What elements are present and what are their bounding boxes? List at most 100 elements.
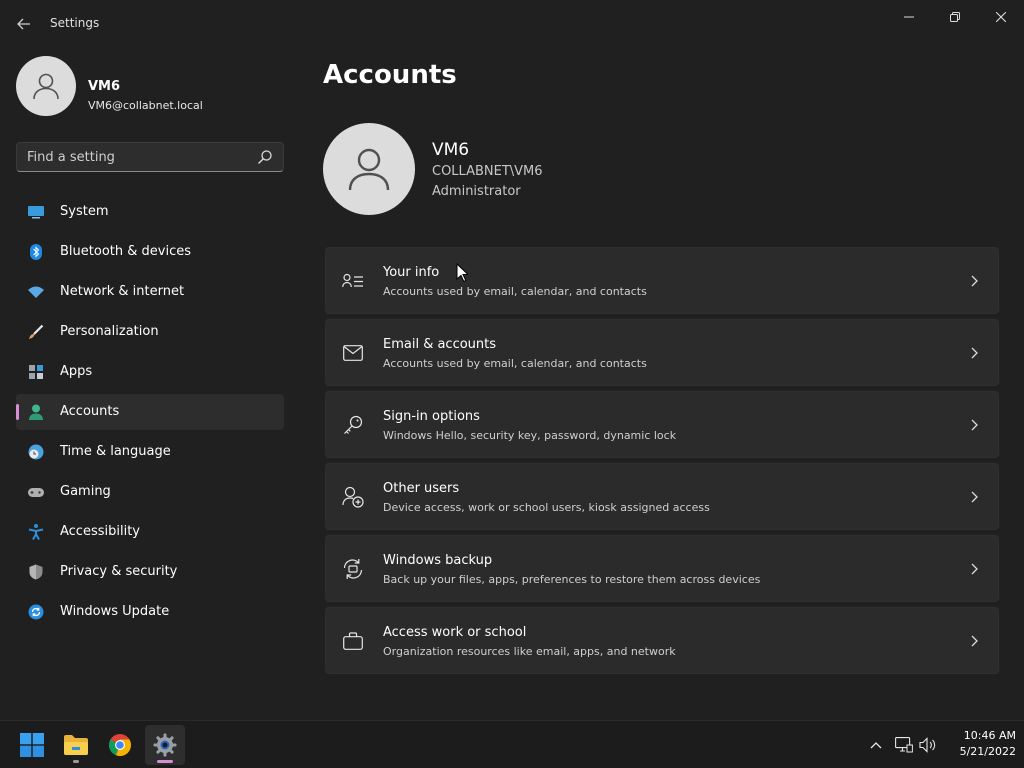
taskbar: 10:46 AM 5/21/2022 <box>0 720 1024 768</box>
sidebar-item-label: Network & internet <box>60 284 185 299</box>
windows-logo-icon <box>20 733 44 757</box>
card-subtitle: Back up your files, apps, preferences to… <box>383 573 761 586</box>
clock-date: 5/21/2022 <box>959 745 1016 758</box>
card-title: Windows backup <box>383 553 493 568</box>
settings-taskbar-button[interactable] <box>145 725 185 765</box>
taskbar-clock[interactable]: 10:46 AM 5/21/2022 <box>940 729 1016 758</box>
sidebar-item-system[interactable]: System <box>16 194 284 230</box>
chevron-right-icon <box>971 275 978 287</box>
update-icon <box>28 604 44 620</box>
search-box <box>16 142 284 172</box>
sign-in-options-card[interactable]: Sign-in options Windows Hello, security … <box>325 391 999 458</box>
briefcase-icon <box>342 630 364 652</box>
shield-icon <box>28 564 44 580</box>
profile-role: Administrator <box>432 184 521 199</box>
profile-domain: COLLABNET\VM6 <box>432 164 543 179</box>
search-icon[interactable] <box>257 149 273 165</box>
network-tray-button[interactable] <box>894 735 914 755</box>
ethernet-icon <box>895 737 913 753</box>
back-button[interactable] <box>12 12 36 36</box>
sidebar-item-label: Gaming <box>60 484 111 499</box>
sidebar-item-label: Time & language <box>60 444 171 459</box>
show-hidden-icons-button[interactable] <box>866 735 886 755</box>
card-title: Your info <box>383 265 440 280</box>
user-name: VM6 <box>88 79 121 94</box>
person-avatar-icon <box>33 73 59 100</box>
backup-icon <box>342 558 364 580</box>
chevron-up-icon <box>870 742 882 749</box>
person-avatar-icon <box>348 148 390 191</box>
app-title: Settings <box>50 16 100 30</box>
running-indicator <box>73 760 79 763</box>
minimize-button[interactable] <box>886 4 932 30</box>
sidebar-item-label: Privacy & security <box>60 564 178 579</box>
sidebar-item-label: Windows Update <box>60 604 170 619</box>
profile-name: VM6 <box>432 140 470 160</box>
search-input[interactable] <box>27 143 247 171</box>
person-add-icon <box>342 486 364 508</box>
person-icon <box>28 404 44 420</box>
sidebar-item-bluetooth[interactable]: Bluetooth & devices <box>16 234 284 270</box>
mouse-cursor-icon <box>456 263 468 283</box>
page-title: Accounts <box>323 60 457 90</box>
card-subtitle: Device access, work or school users, kio… <box>383 501 710 514</box>
key-icon <box>342 414 364 436</box>
restore-icon <box>950 12 960 22</box>
sidebar-item-label: System <box>60 204 109 219</box>
start-button[interactable] <box>12 725 52 765</box>
accessibility-icon <box>28 524 44 540</box>
minimize-icon <box>904 16 914 18</box>
main-content: Accounts VM6 COLLABNET\VM6 Administrator… <box>323 48 1003 720</box>
sidebar-user-card[interactable]: VM6 VM6@collabnet.local <box>16 56 286 120</box>
card-subtitle: Windows Hello, security key, password, d… <box>383 429 677 442</box>
volume-icon <box>919 737 936 753</box>
volume-tray-button[interactable] <box>918 735 938 755</box>
sidebar-item-personalization[interactable]: Personalization <box>16 314 284 350</box>
user-email: VM6@collabnet.local <box>88 99 203 112</box>
arrow-left-icon <box>17 18 30 30</box>
sidebar-item-time-language[interactable]: Time & language <box>16 434 284 470</box>
active-indicator <box>157 760 173 763</box>
chevron-right-icon <box>971 635 978 647</box>
chevron-right-icon <box>971 419 978 431</box>
contact-card-icon <box>342 270 364 292</box>
account-settings-list: Your info Accounts used by email, calend… <box>325 247 999 679</box>
monitor-icon <box>28 204 44 220</box>
sidebar-item-network[interactable]: Network & internet <box>16 274 284 310</box>
chrome-button[interactable] <box>100 725 140 765</box>
card-subtitle: Organization resources like email, apps,… <box>383 645 676 658</box>
chevron-right-icon <box>971 491 978 503</box>
sidebar-item-gaming[interactable]: Gaming <box>16 474 284 510</box>
card-subtitle: Accounts used by email, calendar, and co… <box>383 357 647 370</box>
bluetooth-icon <box>28 244 44 260</box>
access-work-school-card[interactable]: Access work or school Organization resou… <box>325 607 999 674</box>
folder-icon <box>64 735 88 755</box>
wifi-icon <box>28 284 44 300</box>
other-users-card[interactable]: Other users Device access, work or schoo… <box>325 463 999 530</box>
apps-icon <box>28 364 44 380</box>
gear-icon <box>153 733 177 757</box>
sidebar-item-apps[interactable]: Apps <box>16 354 284 390</box>
sidebar-item-label: Apps <box>60 364 93 379</box>
globe-clock-icon <box>28 444 44 460</box>
paintbrush-icon <box>28 324 44 340</box>
gamepad-icon <box>28 484 44 500</box>
file-explorer-button[interactable] <box>56 725 96 765</box>
sidebar-item-privacy[interactable]: Privacy & security <box>16 554 284 590</box>
profile-avatar <box>323 123 415 215</box>
sidebar-item-accessibility[interactable]: Accessibility <box>16 514 284 550</box>
sidebar-item-windows-update[interactable]: Windows Update <box>16 594 284 630</box>
your-info-card[interactable]: Your info Accounts used by email, calend… <box>325 247 999 314</box>
title-bar: Settings <box>0 0 1024 48</box>
clock-time: 10:46 AM <box>963 729 1016 742</box>
email-accounts-card[interactable]: Email & accounts Accounts used by email,… <box>325 319 999 386</box>
sidebar-nav: System Bluetooth & devices Network & int… <box>16 194 284 634</box>
avatar <box>16 56 76 116</box>
close-icon <box>996 12 1006 22</box>
sidebar-item-accounts[interactable]: Accounts <box>16 394 284 430</box>
windows-backup-card[interactable]: Windows backup Back up your files, apps,… <box>325 535 999 602</box>
close-button[interactable] <box>978 4 1024 30</box>
maximize-button[interactable] <box>932 4 978 30</box>
sidebar-item-label: Personalization <box>60 324 159 339</box>
chevron-right-icon <box>971 347 978 359</box>
